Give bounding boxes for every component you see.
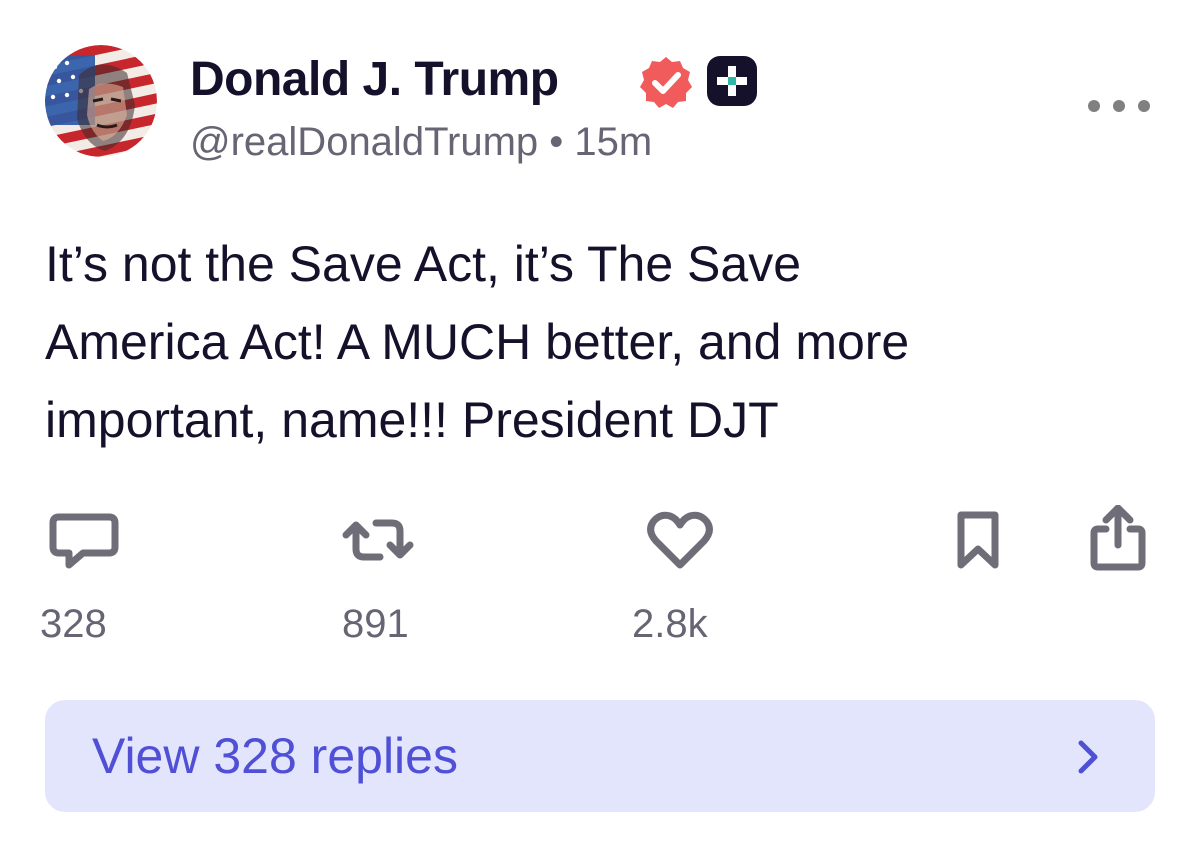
reply-count: 328 [40, 602, 107, 646]
view-replies-label: View 328 replies [92, 728, 458, 784]
post-body-line: America Act! A MUCH better, and more [45, 314, 910, 370]
repost-icon [342, 519, 414, 561]
like-count: 2.8k [632, 602, 708, 646]
share-icon [1090, 505, 1146, 571]
more-dot [1088, 100, 1100, 112]
share-button[interactable] [1080, 505, 1160, 575]
reply-button[interactable] [45, 505, 125, 575]
repost-button[interactable] [338, 505, 418, 575]
like-button[interactable] [643, 505, 723, 575]
author-handle[interactable]: @realDonaldTrump [190, 120, 538, 164]
avatar-image [45, 45, 157, 157]
author-display-name[interactable]: Donald J. Trump [190, 50, 559, 110]
heart-icon [647, 511, 713, 569]
bookmark-button[interactable] [943, 505, 1023, 575]
author-meta: @realDonaldTrump • 15m [190, 116, 652, 168]
more-dot [1113, 100, 1125, 112]
post-body-line: important, name!!! President DJT [45, 392, 779, 448]
post-body-line: It’s not the Save Act, it’s The Save [45, 236, 802, 292]
view-replies-button[interactable]: View 328 replies [45, 700, 1155, 812]
bookmark-icon [957, 511, 999, 569]
meta-separator: • [549, 120, 564, 164]
reply-icon [49, 513, 119, 569]
post-body: It’s not the Save Act, it’s The Save Ame… [45, 225, 1155, 459]
plus-badge-icon [706, 55, 758, 107]
more-dot [1138, 100, 1150, 112]
chevron-right-icon [1073, 737, 1103, 777]
avatar[interactable] [45, 45, 157, 157]
verified-badge-icon [638, 54, 694, 110]
more-options-icon[interactable] [1088, 90, 1150, 122]
repost-count: 891 [342, 602, 409, 646]
post-timestamp[interactable]: 15m [574, 120, 652, 164]
